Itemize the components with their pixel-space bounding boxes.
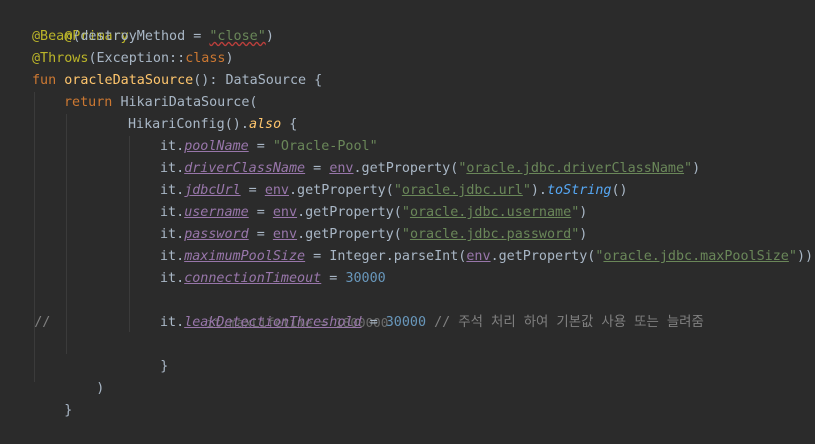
indent-guide xyxy=(66,114,67,354)
string-close: "close" xyxy=(209,29,266,44)
code-line-14[interactable]: it.maxLifetime = 1800000 xyxy=(176,290,388,330)
code-line-14-slashes[interactable]: // xyxy=(2,290,50,330)
code-line-15[interactable]: it.leakDetectionThreshold = 30000 // 주석 … xyxy=(160,312,704,334)
annotation-throws: @Throws xyxy=(32,51,89,66)
code-line-13[interactable]: it.connectionTimeout = 30000 xyxy=(160,268,386,290)
code-line-2[interactable]: @Bean(destroyMethod = "close") xyxy=(32,26,274,48)
indent-guide xyxy=(129,136,130,332)
line-comment-marker: // xyxy=(34,315,51,330)
code-line-16[interactable]: } xyxy=(128,334,168,374)
code-line-9[interactable]: it.jdbcUrl = env.getProperty("oracle.jdb… xyxy=(160,180,628,202)
code-line-10[interactable]: it.username = env.getProperty("oracle.jd… xyxy=(160,202,587,224)
code-line-17[interactable]: ) xyxy=(64,356,104,396)
korean-comment: // 주석 처리 하여 기본값 사용 또는 늘려줌 xyxy=(426,315,704,330)
code-line-12[interactable]: it.maximumPoolSize = Integer.parseInt(en… xyxy=(160,246,813,268)
indent-guide xyxy=(34,92,35,382)
code-line-8[interactable]: it.driverClassName = env.getProperty("or… xyxy=(160,158,700,180)
code-line-18[interactable]: } xyxy=(32,378,72,418)
code-line-7[interactable]: it.poolName = "Oracle-Pool" xyxy=(160,136,378,158)
annotation-bean: @Bean xyxy=(32,29,73,44)
code-line-3[interactable]: @Throws(Exception::class) xyxy=(32,48,234,70)
code-line-6[interactable]: HikariConfig().also { xyxy=(128,114,297,136)
code-line-1[interactable]: @Primary xyxy=(32,4,129,44)
code-line-5[interactable]: return HikariDataSource( xyxy=(64,92,258,114)
function-name: oracleDataSource xyxy=(64,73,194,88)
code-line-11[interactable]: it.password = env.getProperty("oracle.jd… xyxy=(160,224,587,246)
code-editor[interactable]: @Primary @Bean(destroyMethod = "close") … xyxy=(0,0,815,418)
code-line-4[interactable]: fun oracleDataSource(): DataSource { xyxy=(32,70,322,92)
